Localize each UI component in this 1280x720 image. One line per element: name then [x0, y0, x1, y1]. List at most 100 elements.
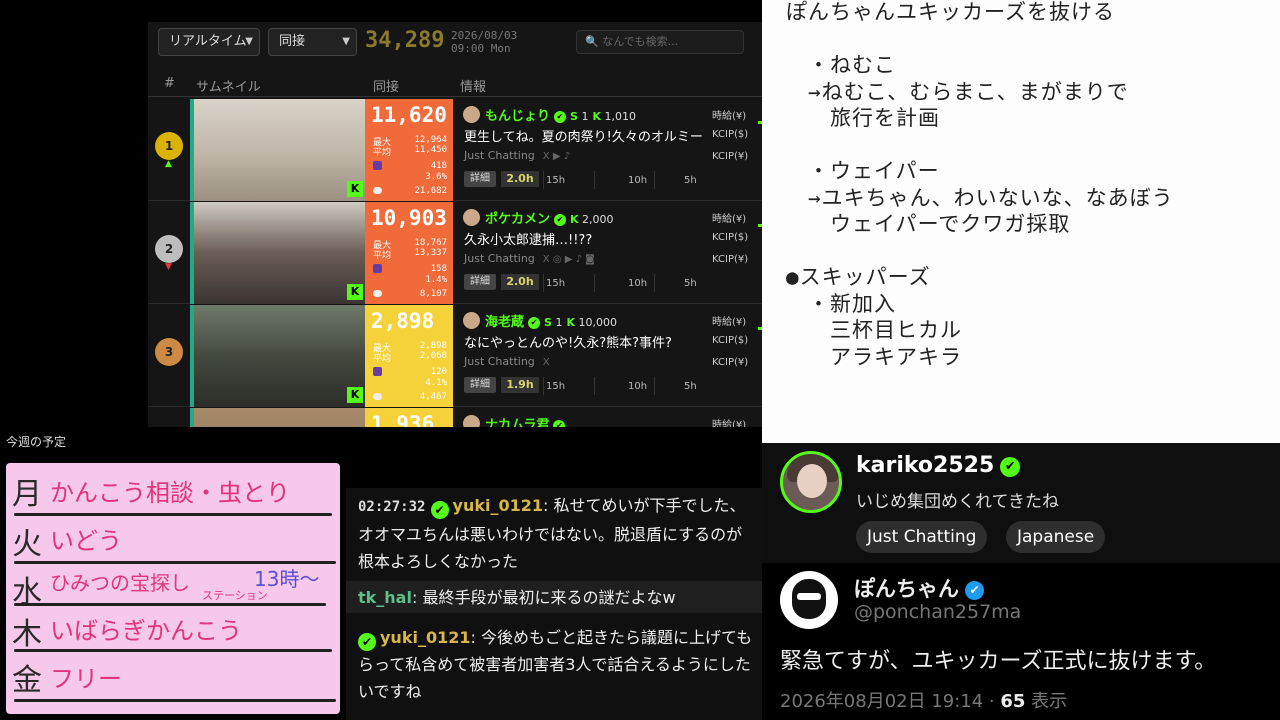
- subscriber-count: 158: [430, 264, 447, 274]
- avg-label: 平均: [373, 354, 392, 364]
- tweet-meta: 2026年08月02日 19:14 · 65 表示: [780, 687, 1067, 713]
- subscriber-count: 418: [430, 161, 447, 171]
- rank-cell: 3: [148, 305, 190, 407]
- avatar[interactable]: [780, 571, 838, 629]
- rank-cell: [148, 408, 190, 427]
- verified-badge-icon: ✔: [358, 633, 376, 651]
- streamer-avatar[interactable]: [463, 106, 480, 123]
- avatar[interactable]: [780, 451, 842, 513]
- streamer-avatar[interactable]: [463, 415, 480, 427]
- category-text: Just Chatting: [464, 149, 535, 162]
- timeline-label: 10h: [628, 278, 648, 289]
- table-row[interactable]: 1 ▲ K 11,620 最大 12,964 平均 11,450 418 3.6…: [148, 99, 762, 201]
- social-icons[interactable]: X: [543, 357, 550, 368]
- timeline-label: 10h: [628, 381, 648, 392]
- kcip-jpy-label: KCIP(¥): [712, 151, 749, 162]
- tag-language[interactable]: Japanese: [1006, 521, 1106, 553]
- timeline: 15h 10h 5h: [543, 377, 703, 395]
- divider: [14, 649, 332, 652]
- streamer-avatar[interactable]: [463, 209, 480, 226]
- table-row[interactable]: 3 K 2,898 最大 2,898 平均 2,068 120 4.1% 4,4…: [148, 305, 762, 407]
- mode-select[interactable]: リアルタイム ▼: [158, 28, 260, 56]
- timeline-tick: [654, 171, 655, 189]
- task-fri: フリー: [50, 665, 122, 693]
- stream-info: ポケカメン ✔ K 2,000 久永小太郎逮捕…!!?? Just Chatting…: [455, 202, 705, 304]
- table-row[interactable]: K 1,936 最大 2,559 平均 1,854 61 3.2% ナカムラ君✔…: [148, 408, 762, 427]
- chat-username[interactable]: yuki_0121: [453, 496, 543, 515]
- subscriber-rate: 3.6%: [425, 172, 447, 182]
- chat-icon: [373, 290, 382, 297]
- stream-title[interactable]: なにやっとんのや!久永?熊本?事件?: [464, 332, 705, 351]
- verified-badge-icon: ✔: [430, 501, 449, 519]
- max-viewers: 18,767: [414, 238, 447, 248]
- verified-icon: ✔: [1000, 457, 1021, 477]
- verified-icon: ✔: [965, 581, 984, 600]
- stream-title[interactable]: 更生してね。夏の肉祭り!久々のオルミー: [464, 126, 705, 145]
- note-line: →ユキちゃん、わいないな、なあぼう: [786, 185, 1174, 210]
- schedule-title: 今週の予定: [6, 435, 67, 449]
- stream-thumbnail[interactable]: K: [190, 202, 365, 304]
- total-viewers: 34,289: [365, 28, 445, 53]
- chat-count: 4,467: [419, 392, 447, 402]
- filter-select-value: 同接: [279, 34, 306, 49]
- table-row[interactable]: 2 ▼ K 10,903 最大 18,767 平均 13,337 158 1.4…: [148, 202, 762, 304]
- stream-title[interactable]: 久永小太郎逮捕…!!??: [464, 229, 705, 248]
- kcip-usd-label: KCIP($): [712, 129, 749, 140]
- chat-username[interactable]: yuki_0121: [380, 628, 470, 647]
- timeline-label: 5h: [684, 175, 697, 186]
- stream-ranking-panel: リアルタイム ▼ 同接 ▼ 34,289 2026/08/03 09:00 Mon 🔍…: [148, 22, 762, 427]
- note-line: →ねむこ、むらまこ、まがまりで: [786, 79, 1129, 104]
- detail-button[interactable]: 詳細: [464, 171, 496, 187]
- social-icons[interactable]: X ▶ ♪: [543, 151, 570, 162]
- streamer-name[interactable]: もんじょり ✔ S 1K 1,010: [485, 105, 636, 124]
- wage-column: 時給(¥) KCIP($) KCIP(¥): [706, 99, 762, 201]
- wage-label: 時給(¥): [712, 111, 747, 122]
- rank-change-icon: ▲: [165, 159, 172, 169]
- chat-username[interactable]: tk_hal: [358, 588, 412, 607]
- stream-thumbnail[interactable]: K: [190, 408, 365, 427]
- k-count: K 1,010: [592, 110, 636, 123]
- wage-label: 時給(¥): [712, 317, 747, 328]
- streamer-name-text: kariko2525: [856, 453, 995, 478]
- category-text: Just Chatting: [464, 252, 535, 265]
- streamer-name[interactable]: ポケカメン ✔ K 2,000: [485, 208, 614, 227]
- streamer-avatar[interactable]: [463, 312, 480, 329]
- tweet-handle[interactable]: @ponchan257ma: [854, 601, 1021, 623]
- social-icons[interactable]: X ◎ ▶ ♪ ◙: [543, 254, 595, 265]
- detail-button[interactable]: 詳細: [464, 274, 496, 290]
- kick-icon: K: [347, 284, 363, 300]
- subscriber-icon: [373, 161, 382, 170]
- stream-category: Just Chatting X: [464, 355, 550, 368]
- chat-message: ✔ yuki_0121: 今後めもごと起きたら議題に上げてもらって私含めて被害者加…: [358, 628, 753, 701]
- streamer-name[interactable]: kariko2525 ✔: [856, 453, 1021, 478]
- max-viewers: 12,964: [414, 135, 447, 145]
- weekly-schedule: 今週の予定 月 かんこう相談・虫とり 火 いどう 水 ひみつの宝探し 13時〜 …: [0, 427, 346, 720]
- stream-thumbnail[interactable]: K: [190, 99, 365, 201]
- filter-select[interactable]: 同接 ▼: [268, 28, 357, 56]
- current-viewers: 10,903: [371, 206, 447, 230]
- k-count-value: 10,000: [578, 316, 617, 329]
- day-fri: 金: [12, 663, 42, 698]
- verified-icon: ✔: [554, 110, 567, 123]
- detail-button[interactable]: 詳細: [464, 377, 496, 393]
- tag-category[interactable]: Just Chatting: [856, 521, 988, 553]
- streamer-name[interactable]: 海老蔵 ✔ S 1K 10,000: [485, 311, 617, 330]
- task-tue: いどう: [50, 527, 122, 555]
- note-line: ぽんちゃんユキッカーズを抜ける: [786, 0, 1115, 24]
- time-text: 09:00 Mon: [451, 42, 511, 55]
- chat-icon: [373, 393, 382, 400]
- timeline-label: 5h: [684, 278, 697, 289]
- tweet-author[interactable]: ぽんちゃん ✔: [854, 573, 984, 603]
- rank-medal: 3: [155, 338, 183, 366]
- subscriber-rate: 4.1%: [425, 378, 447, 388]
- search-input[interactable]: 🔍 なんでも検索...: [576, 30, 744, 54]
- k-icon: K: [592, 110, 601, 123]
- wage-label: 時給(¥): [712, 214, 747, 225]
- streamer-name[interactable]: ナカムラ君 ✔: [485, 414, 566, 427]
- avatar-face: [797, 464, 827, 498]
- tweet-views-label: 表示: [1025, 691, 1068, 712]
- stream-thumbnail[interactable]: K: [190, 305, 365, 407]
- current-viewers: 1,936: [371, 412, 435, 427]
- stream-info: 海老蔵 ✔ S 1K 10,000 なにやっとんのや!久永?熊本?事件? Just …: [455, 305, 705, 407]
- kick-icon: K: [347, 387, 363, 403]
